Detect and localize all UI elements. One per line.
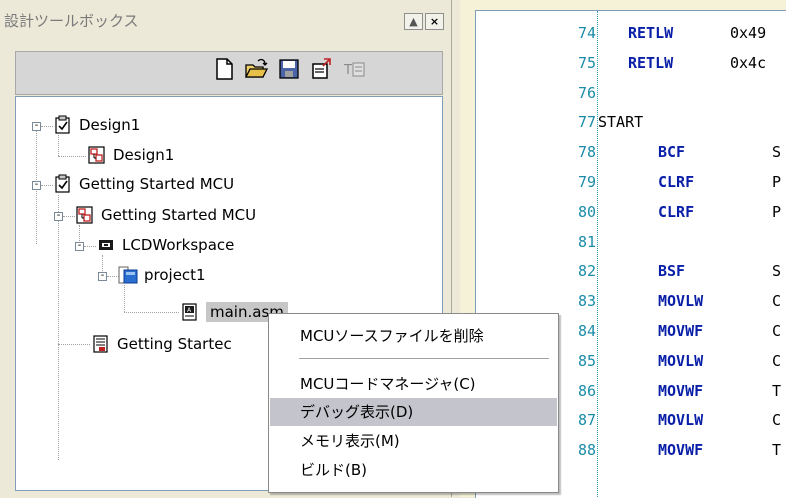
tree-item-label[interactable]: Design1 xyxy=(79,115,140,135)
restore-button[interactable]: ▲ xyxy=(404,13,423,30)
line-number: 78 xyxy=(577,143,596,161)
line-number: 74 xyxy=(577,24,596,42)
code-operand: 0x4c xyxy=(730,54,767,72)
tree-item-label[interactable]: Design1 xyxy=(113,145,174,165)
tree-item-label[interactable]: LCDWorkspace xyxy=(122,235,234,255)
code-operand: P xyxy=(772,203,782,221)
new-file-icon[interactable] xyxy=(212,57,236,81)
diagram-document-icon xyxy=(88,146,105,164)
line-number: 85 xyxy=(577,352,596,370)
collapse-expander[interactable]: - xyxy=(75,241,84,251)
checked-document-icon xyxy=(55,174,70,193)
open-folder-icon[interactable] xyxy=(244,57,268,81)
diagram-document-icon xyxy=(76,206,93,224)
collapse-expander[interactable]: - xyxy=(54,211,63,221)
text-editor-icon[interactable]: T xyxy=(342,57,366,81)
code-operand: P xyxy=(772,173,782,191)
code-operand: T xyxy=(772,441,782,459)
tree-item-label[interactable]: Getting Started MCU xyxy=(101,205,256,225)
context-menu: MCUソースファイルを削除 MCUコードマネージャ(C) デバッグ表示(D) メ… xyxy=(268,313,559,493)
line-number: 75 xyxy=(577,54,596,72)
line-number: 83 xyxy=(577,292,596,310)
menu-item-code-manager[interactable]: MCUコードマネージャ(C) xyxy=(270,370,557,398)
code-instruction: MOVLW xyxy=(658,411,704,429)
code-label: START xyxy=(598,113,644,131)
code-instruction: CLRF xyxy=(658,203,695,221)
code-operand: 0x49 xyxy=(730,24,767,42)
code-instruction: CLRF xyxy=(658,173,695,191)
line-number: 86 xyxy=(577,382,596,400)
asm-file-icon: A xyxy=(182,303,197,321)
line-number: 79 xyxy=(577,173,596,191)
toolbox-toolbar: T xyxy=(15,51,443,95)
gutter-separator xyxy=(597,11,598,497)
line-number: 88 xyxy=(577,441,596,459)
code-instruction: RETLW xyxy=(628,54,674,72)
code-instruction: MOVWF xyxy=(658,322,704,340)
code-instruction: MOVWF xyxy=(658,382,704,400)
export-icon[interactable] xyxy=(309,57,333,81)
line-number: 80 xyxy=(577,203,596,221)
code-operand: S xyxy=(772,143,782,161)
menu-separator xyxy=(299,358,549,359)
menu-item-delete-source[interactable]: MCUソースファイルを削除 xyxy=(270,322,557,350)
code-instruction: BCF xyxy=(658,143,686,161)
code-instruction: RETLW xyxy=(628,24,674,42)
code-operand: C xyxy=(772,292,782,310)
code-operand: T xyxy=(772,382,782,400)
line-number: 81 xyxy=(577,233,596,251)
tree-item-label[interactable]: Getting Startec xyxy=(117,334,232,354)
menu-item-build[interactable]: ビルド(B) xyxy=(270,456,557,484)
code-operand: S xyxy=(772,262,782,280)
collapse-expander[interactable]: - xyxy=(98,271,107,281)
tree-item-label[interactable]: project1 xyxy=(144,265,206,285)
menu-item-memory-view[interactable]: メモリ表示(M) xyxy=(270,427,557,455)
save-icon[interactable] xyxy=(277,57,301,81)
project-icon xyxy=(118,266,138,284)
code-instruction: MOVLW xyxy=(658,352,704,370)
chip-icon xyxy=(99,240,113,250)
line-number: 76 xyxy=(577,84,596,102)
code-operand: C xyxy=(772,411,782,429)
toolbox-title: 設計ツールボックス xyxy=(4,12,139,30)
code-instruction: MOVLW xyxy=(658,292,704,310)
code-operand: C xyxy=(772,322,782,340)
line-number: 84 xyxy=(577,322,596,340)
code-operand: C xyxy=(772,352,782,370)
collapse-expander[interactable]: - xyxy=(32,180,41,190)
collapse-expander[interactable]: - xyxy=(32,121,41,131)
checked-document-icon xyxy=(55,115,70,134)
tree-item-label[interactable]: Getting Started MCU xyxy=(79,174,234,194)
close-button[interactable]: × xyxy=(425,13,444,30)
svg-text:T: T xyxy=(343,63,352,78)
line-number: 87 xyxy=(577,411,596,429)
code-instruction: MOVWF xyxy=(658,441,704,459)
code-instruction: BSF xyxy=(658,262,686,280)
menu-item-debug-view[interactable]: デバッグ表示(D) xyxy=(270,398,557,426)
line-number: 77 xyxy=(577,113,596,131)
line-number: 82 xyxy=(577,262,596,280)
report-icon xyxy=(93,335,108,353)
